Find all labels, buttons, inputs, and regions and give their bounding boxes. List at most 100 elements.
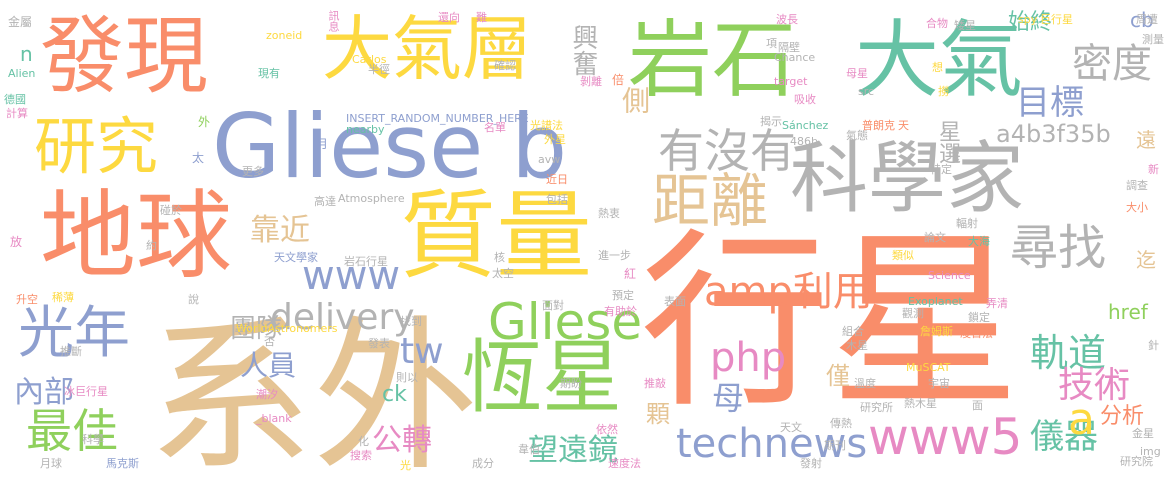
word-121: 隔壁	[778, 41, 800, 54]
word-55: 計算	[6, 107, 28, 120]
word-79: 否	[264, 335, 275, 348]
word-99: 包括	[546, 193, 568, 206]
word-53: Alien	[8, 67, 36, 80]
word-90: 還向	[438, 11, 460, 24]
word-51: n	[20, 42, 33, 66]
word-110: 推敲	[644, 377, 666, 390]
word-85: 科學	[82, 433, 104, 446]
word-147: 弄清	[986, 297, 1008, 310]
word-127: 母星	[846, 67, 868, 80]
word-48: 顆	[646, 400, 670, 428]
word-93: 倍	[612, 73, 625, 87]
word-34: 側	[618, 86, 651, 114]
word-106: 面對	[542, 299, 564, 312]
word-26: 靠近	[250, 213, 310, 248]
word-115: 揭示	[760, 115, 782, 128]
word-78: 找到	[400, 315, 422, 328]
word-60: Carlos	[352, 53, 387, 66]
word-162: 天文	[780, 421, 802, 434]
word-4: 岩石	[628, 11, 797, 109]
word-92: 剝離	[580, 75, 602, 88]
word-91: 難	[476, 11, 487, 24]
word-104: 核	[494, 251, 505, 264]
word-20: 密度	[1072, 41, 1152, 87]
word-61: 確認	[494, 59, 516, 72]
word-39: 母	[712, 379, 745, 417]
word-9: 地球	[40, 180, 232, 292]
word-71: 約	[146, 239, 157, 252]
word-152: 組合	[842, 325, 864, 338]
word-131: 天	[898, 119, 909, 132]
word-163: 期刊	[824, 439, 846, 452]
word-146: Exoplanet	[908, 295, 963, 308]
word-47: 僅	[826, 362, 850, 390]
word-113: 韋伯	[518, 443, 540, 456]
word-126: src	[858, 85, 875, 98]
word-40: 望遠鏡	[528, 433, 618, 468]
word-66: 月	[316, 137, 329, 151]
word-6: 發現	[40, 7, 209, 105]
word-24: amp利用	[704, 269, 873, 315]
word-95: 光譜法	[530, 119, 563, 132]
word-50: 迄	[1136, 248, 1156, 272]
word-59: 現有	[258, 67, 280, 80]
word-52: 金屬	[8, 15, 33, 29]
word-36: 人員	[240, 349, 297, 382]
word-105: 預定	[612, 289, 634, 302]
word-3: 科學家	[790, 134, 1025, 224]
word-138: 調查	[1126, 179, 1148, 192]
word-122: 波長	[776, 13, 798, 26]
word-87: 馬克斯	[106, 457, 139, 470]
word-150: 詹姆斯	[920, 325, 953, 338]
word-102: 紅	[624, 267, 637, 281]
word-30: 興奮	[568, 24, 598, 76]
word-56: 訊息	[327, 10, 340, 32]
word-108: 有助於	[604, 305, 637, 318]
word-12: 距離	[652, 167, 769, 235]
word-148: 觀測	[902, 307, 924, 320]
word-145: Science	[928, 269, 971, 282]
word-140: 特定	[930, 163, 952, 176]
word-151: 凌日法	[960, 327, 993, 340]
word-58: zoneid	[266, 29, 303, 42]
word-157: 宇宙	[928, 377, 950, 390]
word-43: a	[1068, 394, 1095, 445]
word-81: 推斷	[60, 345, 82, 358]
word-123: 合物	[926, 17, 948, 30]
word-74: 岩石行星	[344, 255, 388, 268]
word-46: href	[1108, 300, 1148, 324]
word-135: 周遭	[1136, 13, 1158, 26]
word-153: 木星	[846, 339, 868, 352]
word-107: 表面	[664, 295, 686, 308]
word-114: 速度法	[608, 457, 641, 470]
word-45: ck	[382, 382, 407, 407]
word-83: 潮汐	[256, 388, 278, 401]
word-82: 冰巨行星	[64, 385, 108, 398]
word-160: 研究所	[860, 401, 893, 414]
word-76: 稀薄	[52, 291, 74, 304]
word-120: 項	[766, 37, 777, 50]
word-88: 搜索	[350, 449, 372, 462]
word-77: WorldAstronomers	[236, 322, 338, 335]
word-86: 月球	[40, 457, 62, 470]
word-17: 尋找	[1010, 220, 1107, 276]
word-130: 普朗克	[862, 119, 895, 132]
word-69: Atmosphere	[338, 192, 405, 205]
word-75: 升空	[16, 293, 38, 306]
word-118: 吸收	[794, 93, 816, 106]
word-84: _blank	[256, 412, 292, 425]
word-cloud: 行星 系外 Gliese b 科學家 岩石 大氣 發現 大氣層 質量 地球 恆星 研究 距離 Gliese…	[0, 0, 1175, 482]
word-72: 放	[10, 235, 23, 249]
word-19: 最佳	[26, 404, 118, 458]
word-139: 大小	[1126, 201, 1148, 214]
word-144: 類似	[892, 249, 914, 262]
word-94: 名單	[484, 121, 506, 134]
word-168: 化	[358, 435, 369, 448]
word-124: Sánchez	[782, 119, 829, 132]
word-11: 研究	[34, 110, 159, 183]
word-70: 高達	[314, 195, 336, 208]
word-65: 太	[192, 151, 205, 165]
word-169: 則以	[396, 371, 418, 384]
word-49: 遠	[1136, 128, 1156, 152]
word-111: 依然	[596, 423, 618, 436]
